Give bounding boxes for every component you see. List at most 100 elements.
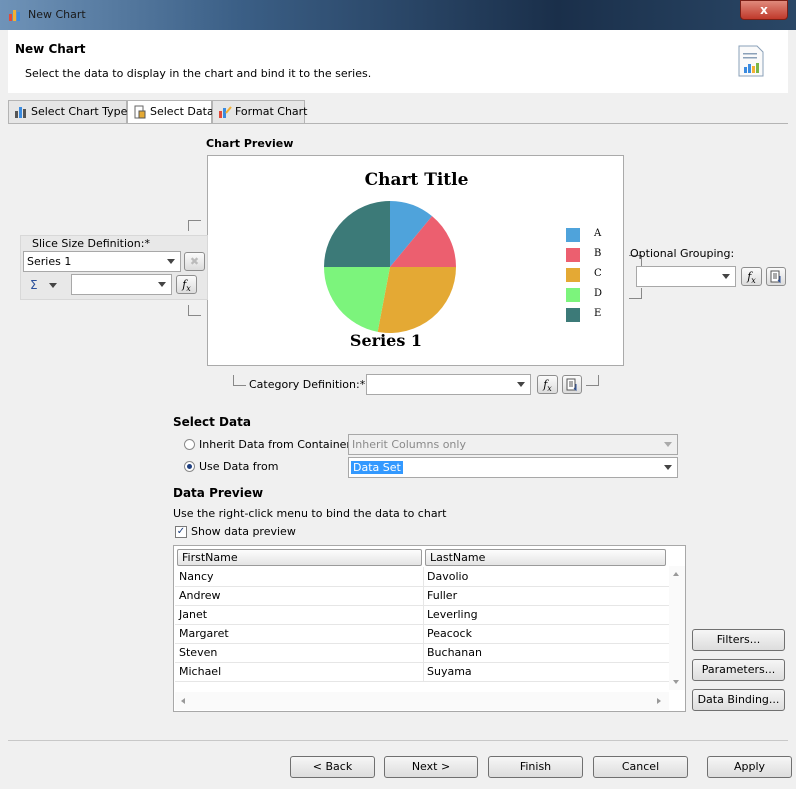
use-data-from-radio[interactable] [184, 461, 195, 472]
legend-swatch [566, 248, 580, 262]
delete-series-button[interactable]: ✖ [184, 252, 205, 271]
filters-button[interactable]: Filters... [692, 629, 785, 651]
back-button[interactable]: < Back [290, 756, 375, 778]
category-definition-combo[interactable] [366, 374, 531, 395]
chart-document-icon [738, 45, 764, 77]
chevron-down-icon [517, 382, 525, 387]
cell-lastname: Buchanan [427, 646, 482, 659]
slice-size-label: Slice Size Definition:* [32, 237, 150, 250]
close-button[interactable]: x [740, 0, 788, 20]
cell-lastname: Peacock [427, 627, 472, 640]
chart-preview: Chart Title Series 1 ABCDE [207, 155, 624, 366]
chart-preview-label: Chart Preview [206, 137, 294, 150]
chevron-down-icon [158, 282, 166, 287]
table-row[interactable]: Janet Leverling [175, 605, 669, 625]
parameters-button[interactable]: Parameters... [692, 659, 785, 681]
show-data-preview-checkbox[interactable]: ✓ [175, 526, 187, 538]
cell-firstname: Andrew [179, 589, 221, 602]
bracket [188, 305, 201, 316]
vertical-scrollbar[interactable] [669, 566, 685, 690]
inherit-data-label: Inherit Data from Container [199, 438, 351, 451]
apply-button[interactable]: Apply [707, 756, 792, 778]
expression-builder-button[interactable]: fx [741, 267, 762, 286]
chart-type-icon [15, 107, 26, 118]
expression-builder-button[interactable]: fx [537, 375, 558, 394]
cell-lastname: Davolio [427, 570, 469, 583]
scroll-down-icon[interactable] [673, 680, 679, 684]
data-preview-table: FirstName LastName Nancy Davolio Andrew Ful… [173, 545, 686, 712]
legend-swatch [566, 268, 580, 282]
legend-swatch [566, 288, 580, 302]
window-titlebar: New Chart x [0, 0, 796, 30]
column-divider [423, 643, 424, 662]
pie-slice-c [377, 267, 456, 333]
sigma-icon[interactable]: Σ [30, 278, 38, 292]
table-row[interactable]: Steven Buchanan [175, 643, 669, 663]
series-select-value: Series 1 [27, 255, 72, 268]
legend-label: C [594, 268, 602, 279]
cancel-button[interactable]: Cancel [593, 756, 688, 778]
scroll-up-icon[interactable] [673, 572, 679, 576]
cell-firstname: Margaret [179, 627, 229, 640]
tab-format-chart[interactable]: Format Chart [212, 100, 308, 123]
pie-chart [324, 201, 456, 333]
sort-icon[interactable] [766, 267, 786, 286]
column-divider [423, 605, 424, 624]
next-button[interactable]: Next > [384, 756, 478, 778]
cell-lastname: Leverling [427, 608, 478, 621]
bracket [586, 375, 599, 386]
column-header-firstname[interactable]: FirstName [177, 549, 422, 566]
table-row[interactable]: Andrew Fuller [175, 586, 669, 606]
cell-lastname: Suyama [427, 665, 472, 678]
chevron-down-icon [167, 259, 175, 264]
tab-label: Format Chart [235, 105, 308, 118]
tab-label: Select Data [150, 105, 214, 118]
scroll-right-icon[interactable] [657, 698, 661, 704]
column-divider [423, 586, 424, 605]
tab-select-data[interactable]: Select Data [127, 100, 214, 124]
data-source-icon [134, 105, 146, 119]
legend-label: A [594, 228, 602, 239]
show-data-preview-label: Show data preview [191, 525, 296, 538]
expression-builder-button[interactable]: fx [176, 275, 197, 294]
inherit-columns-combo[interactable]: Inherit Columns only [348, 434, 678, 455]
finish-button[interactable]: Finish [488, 756, 583, 778]
data-set-combo[interactable]: Data Set [348, 457, 678, 478]
table-row[interactable]: Michael Suyama [175, 662, 669, 682]
cell-firstname: Michael [179, 665, 222, 678]
table-row[interactable]: Nancy Davolio [175, 567, 669, 587]
data-preview-heading: Data Preview [173, 486, 264, 500]
optional-grouping-combo[interactable] [636, 266, 736, 287]
sort-icon[interactable] [562, 375, 582, 394]
pie-slice-e [324, 201, 390, 267]
column-header-lastname[interactable]: LastName [425, 549, 666, 566]
scroll-left-icon[interactable] [181, 698, 185, 704]
inherit-columns-value: Inherit Columns only [352, 438, 466, 451]
footer-separator [8, 740, 788, 741]
bracket [233, 375, 246, 386]
series-select[interactable]: Series 1 [23, 251, 181, 272]
chevron-down-icon[interactable] [49, 283, 57, 288]
legend-label: E [594, 308, 602, 319]
use-data-from-label: Use Data from [199, 460, 279, 473]
tab-label: Select Chart Type [31, 105, 128, 118]
window-title: New Chart [28, 8, 86, 21]
tab-select-chart-type[interactable]: Select Chart Type [8, 100, 127, 123]
cell-firstname: Steven [179, 646, 218, 659]
wizard-title: New Chart [15, 42, 86, 56]
data-binding-button[interactable]: Data Binding... [692, 689, 785, 711]
horizontal-scrollbar[interactable] [175, 692, 669, 710]
legend-swatch [566, 228, 580, 242]
data-preview-hint: Use the right-click menu to bind the dat… [173, 507, 447, 520]
aggregate-expression-combo[interactable] [71, 274, 172, 295]
chart-title: Chart Title [364, 170, 469, 190]
chevron-down-icon [722, 274, 730, 279]
table-row[interactable]: Margaret Peacock [175, 624, 669, 644]
format-chart-icon [219, 106, 232, 118]
optional-grouping-label: Optional Grouping: [630, 247, 735, 260]
legend-label: D [594, 288, 603, 299]
inherit-data-radio[interactable] [184, 439, 195, 450]
cell-firstname: Janet [179, 608, 208, 621]
legend-label: B [594, 248, 602, 259]
select-data-heading: Select Data [173, 415, 251, 429]
